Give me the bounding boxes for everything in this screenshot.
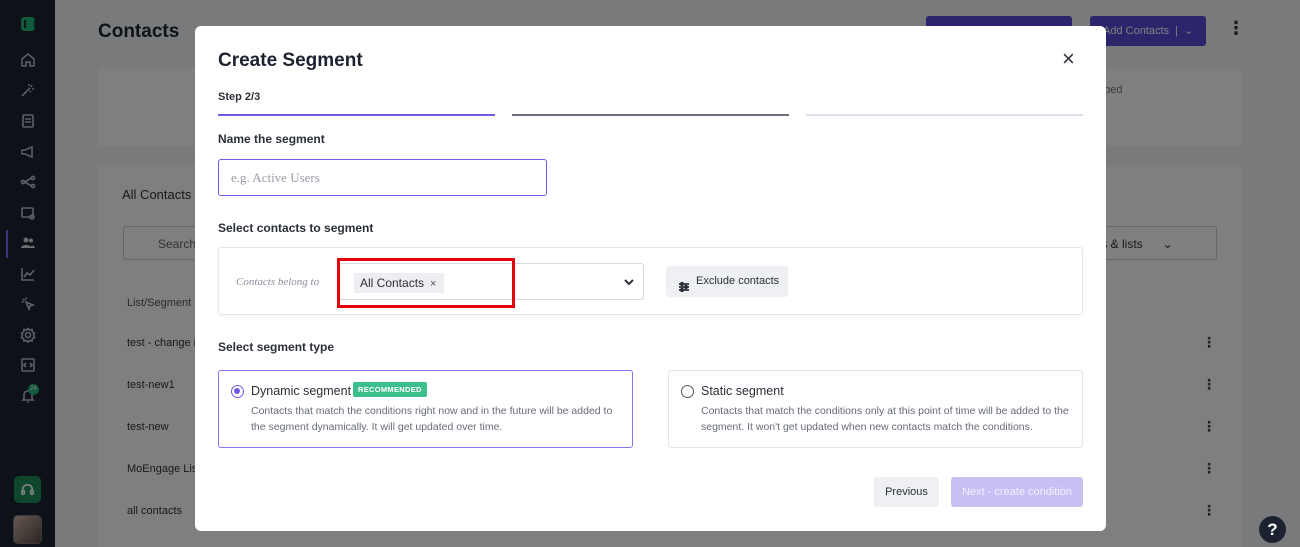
exclude-contacts-button[interactable]: Exclude contacts bbox=[666, 266, 788, 297]
step-indicator: Step 2/3 bbox=[218, 91, 261, 103]
chevron-down-icon[interactable] bbox=[622, 275, 636, 289]
name-segment-label: Name the segment bbox=[218, 132, 325, 146]
sliders-icon bbox=[678, 275, 690, 293]
close-icon[interactable]: × bbox=[1062, 48, 1075, 70]
progress-step-3 bbox=[806, 114, 1083, 116]
dynamic-segment-option[interactable]: Dynamic segment RECOMMENDED Contacts tha… bbox=[218, 370, 633, 448]
progress-step-1 bbox=[218, 114, 495, 116]
contacts-belong-label: Contacts belong to bbox=[236, 276, 320, 288]
help-button[interactable]: ? bbox=[1259, 516, 1286, 543]
dynamic-segment-description: Contacts that match the conditions right… bbox=[251, 405, 613, 433]
static-segment-description: Contacts that match the conditions only … bbox=[701, 405, 1069, 433]
static-radio[interactable] bbox=[681, 385, 694, 398]
modal-title: Create Segment bbox=[218, 50, 363, 71]
create-segment-modal: Create Segment × Step 2/3 Name the segme… bbox=[195, 26, 1106, 531]
annotation-highlight-box bbox=[337, 258, 515, 308]
dynamic-segment-title: Dynamic segment bbox=[251, 384, 352, 398]
static-segment-title: Static segment bbox=[701, 384, 784, 398]
progress-step-2 bbox=[512, 114, 789, 116]
exclude-contacts-label: Exclude contacts bbox=[696, 275, 780, 287]
previous-button[interactable]: Previous bbox=[874, 477, 939, 507]
static-segment-option[interactable]: Static segment Contacts that match the c… bbox=[668, 370, 1083, 448]
segment-name-input[interactable] bbox=[218, 159, 547, 196]
recommended-badge: RECOMMENDED bbox=[353, 382, 427, 397]
next-create-condition-button[interactable]: Next - create condition bbox=[951, 477, 1083, 507]
dynamic-radio[interactable] bbox=[231, 385, 244, 398]
select-contacts-label: Select contacts to segment bbox=[218, 221, 374, 235]
segment-type-label: Select segment type bbox=[218, 340, 335, 354]
